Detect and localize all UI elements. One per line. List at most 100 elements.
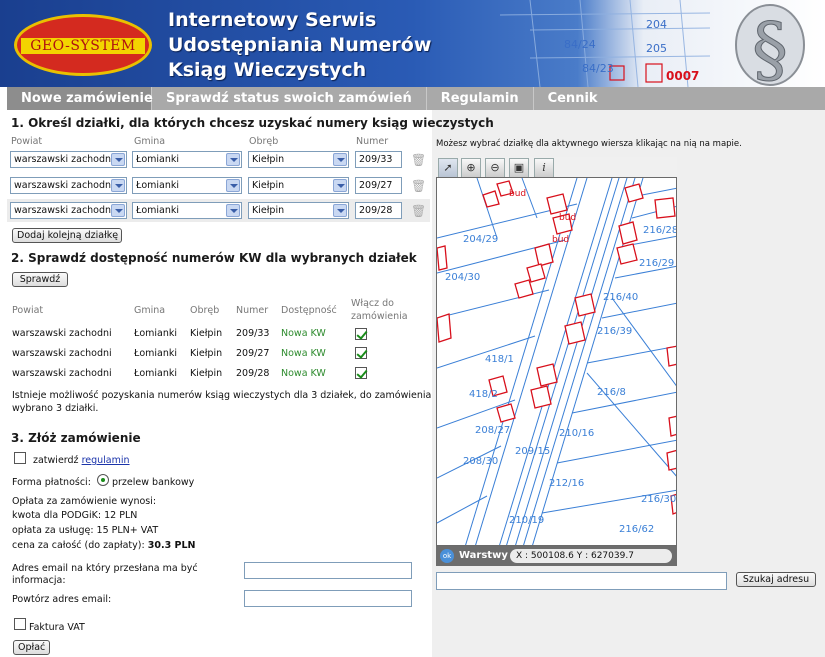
map-parcel-label: 216/40 [603, 292, 638, 303]
check-button[interactable]: Sprawdź [12, 272, 68, 287]
site-title-line: Ksiąg Wieczystych [168, 59, 367, 81]
map-canvas[interactable]: 204/29 204/30 216/28 216/29 216/40 216/3… [437, 178, 677, 546]
map-parcel-label: 210/19 [509, 515, 544, 526]
site-title: Internetowy Serwis Udostępniania Numerów… [168, 8, 468, 83]
map-parcel-label: 208/30 [463, 456, 498, 467]
email-input[interactable] [244, 562, 412, 579]
trash-icon[interactable]: 🗑 [411, 153, 426, 167]
availability-info: Istnieje możliwość pozyskania numerów ks… [12, 390, 432, 401]
col-powiat: Powiat [12, 305, 44, 316]
page: 204 205 84/24 84/23 0007 § GEO-SYSTEM In… [0, 0, 825, 657]
email-repeat-input[interactable] [244, 590, 412, 607]
full-extent-icon[interactable]: ▣ [509, 158, 529, 178]
col-numer: Numer [236, 305, 269, 316]
nav-new-order[interactable]: Nowe zamówienie [7, 87, 153, 110]
nav-order-status[interactable]: Sprawdź status swoich zamówień [152, 87, 427, 110]
svg-text:§: § [752, 7, 788, 87]
vat-invoice-label: Faktura VAT [29, 622, 85, 633]
map-parcel-label: 216/62 [619, 524, 654, 535]
pointer-icon[interactable]: ➚ [438, 158, 458, 178]
geo-system-logo: GEO-SYSTEM [14, 14, 152, 76]
map-parcel-label: 209/15 [515, 446, 550, 457]
fee-service: opłata za usługę: 15 PLN+ VAT [12, 525, 159, 536]
map-building-label: bud [552, 235, 569, 245]
payment-method-label: Forma płatności: [12, 477, 91, 488]
gmina-value: Łomianki [136, 205, 180, 216]
map-parcel-label: 204/29 [463, 234, 498, 245]
result-gmina: Łomianki [134, 328, 178, 339]
gmina-value: Łomianki [136, 154, 180, 165]
trash-icon[interactable]: 🗑 [411, 204, 426, 218]
search-address-button[interactable]: Szukaj adresu [736, 572, 816, 587]
accept-terms-label: zatwierdź regulamin [33, 455, 130, 466]
header-map-label: 205 [646, 42, 667, 55]
map-parcel-label: 216/30 [641, 494, 676, 505]
map-building-label: bud [559, 213, 576, 223]
bank-transfer-radio[interactable] [97, 474, 109, 486]
zoom-in-icon[interactable]: ⊕ [461, 158, 481, 178]
regulations-link[interactable]: regulamin [82, 455, 130, 466]
paragraph-icon: § [735, 4, 805, 87]
col-availability: Dostępność [281, 305, 337, 316]
powiat-select[interactable]: warszawski zachodni [10, 202, 127, 219]
map-view[interactable]: 204/29 204/30 216/28 216/29 216/40 216/3… [436, 177, 677, 546]
nav-pricing[interactable]: Cennik [534, 87, 612, 110]
obreb-select[interactable]: Kiełpin [248, 151, 349, 168]
zoom-out-icon[interactable]: ⊖ [485, 158, 505, 178]
ok-icon[interactable]: ok [440, 549, 454, 563]
gmina-select[interactable]: Łomianki [132, 151, 242, 168]
add-parcel-button[interactable]: Dodaj kolejną działkę [12, 228, 122, 243]
powiat-select[interactable]: warszawski zachodni [10, 151, 127, 168]
obreb-select[interactable]: Kiełpin [248, 202, 349, 219]
chevron-down-icon [333, 179, 347, 192]
step2-heading: 2. Sprawdź dostępność numerów KW dla wyb… [11, 251, 417, 265]
gmina-select[interactable]: Łomianki [132, 202, 242, 219]
vat-invoice-checkbox[interactable] [14, 618, 26, 630]
obreb-value: Kiełpin [252, 180, 285, 191]
col-numer: Numer [356, 136, 389, 147]
numer-input[interactable]: 209/28 [355, 202, 402, 219]
col-gmina: Gmina [134, 136, 166, 147]
coordinates-readout: X : 500108.6 Y : 627039.7 [510, 549, 672, 563]
gmina-select[interactable]: Łomianki [132, 177, 242, 194]
powiat-select[interactable]: warszawski zachodni [10, 177, 127, 194]
numer-input[interactable]: 209/33 [355, 151, 402, 168]
numer-input[interactable]: 209/27 [355, 177, 402, 194]
result-numer: 209/33 [236, 328, 270, 339]
fee-podgik: kwota dla PODGiK: 12 PLN [12, 510, 138, 521]
map-parcel-label: 210/16 [559, 428, 594, 439]
result-powiat: warszawski zachodni [12, 368, 112, 379]
trash-icon[interactable]: 🗑 [411, 179, 426, 193]
result-powiat: warszawski zachodni [12, 328, 112, 339]
layers-button[interactable]: Warstwy [459, 549, 508, 563]
obreb-select[interactable]: Kiełpin [248, 177, 349, 194]
header-map-label: 204 [646, 18, 667, 31]
include-checkbox[interactable] [355, 367, 367, 379]
powiat-value: warszawski zachodni [14, 154, 114, 165]
include-checkbox[interactable] [355, 328, 367, 340]
email-repeat-label: Powtórz adres email: [12, 594, 112, 605]
header-map-label: 0007 [666, 69, 699, 83]
nav-regulations[interactable]: Regulamin [427, 87, 534, 110]
pay-button[interactable]: Opłać [13, 640, 50, 655]
result-status: Nowa KW [281, 348, 326, 359]
include-checkbox[interactable] [355, 347, 367, 359]
logo-text: GEO-SYSTEM [30, 38, 136, 54]
info-icon[interactable]: i [534, 158, 554, 178]
accept-terms-checkbox[interactable] [14, 452, 26, 464]
gmina-value: Łomianki [136, 180, 180, 191]
total-value: 30.3 PLN [147, 540, 196, 551]
col-obreb: Obręb [249, 136, 279, 147]
map-hint: Możesz wybrać działkę dla aktywnego wier… [436, 139, 742, 149]
chevron-down-icon [226, 204, 240, 217]
header-map-label: 84/24 [564, 38, 596, 51]
chevron-down-icon [333, 153, 347, 166]
chevron-down-icon [226, 179, 240, 192]
map-parcel-label: 208/27 [475, 425, 510, 436]
chevron-down-icon [111, 153, 125, 166]
powiat-value: warszawski zachodni [14, 180, 114, 191]
address-search-input[interactable] [436, 572, 727, 590]
chevron-down-icon [111, 179, 125, 192]
main-nav: Nowe zamówienie Sprawdź status swoich za… [7, 87, 825, 110]
map-parcel-label: 216/29 [639, 258, 674, 269]
